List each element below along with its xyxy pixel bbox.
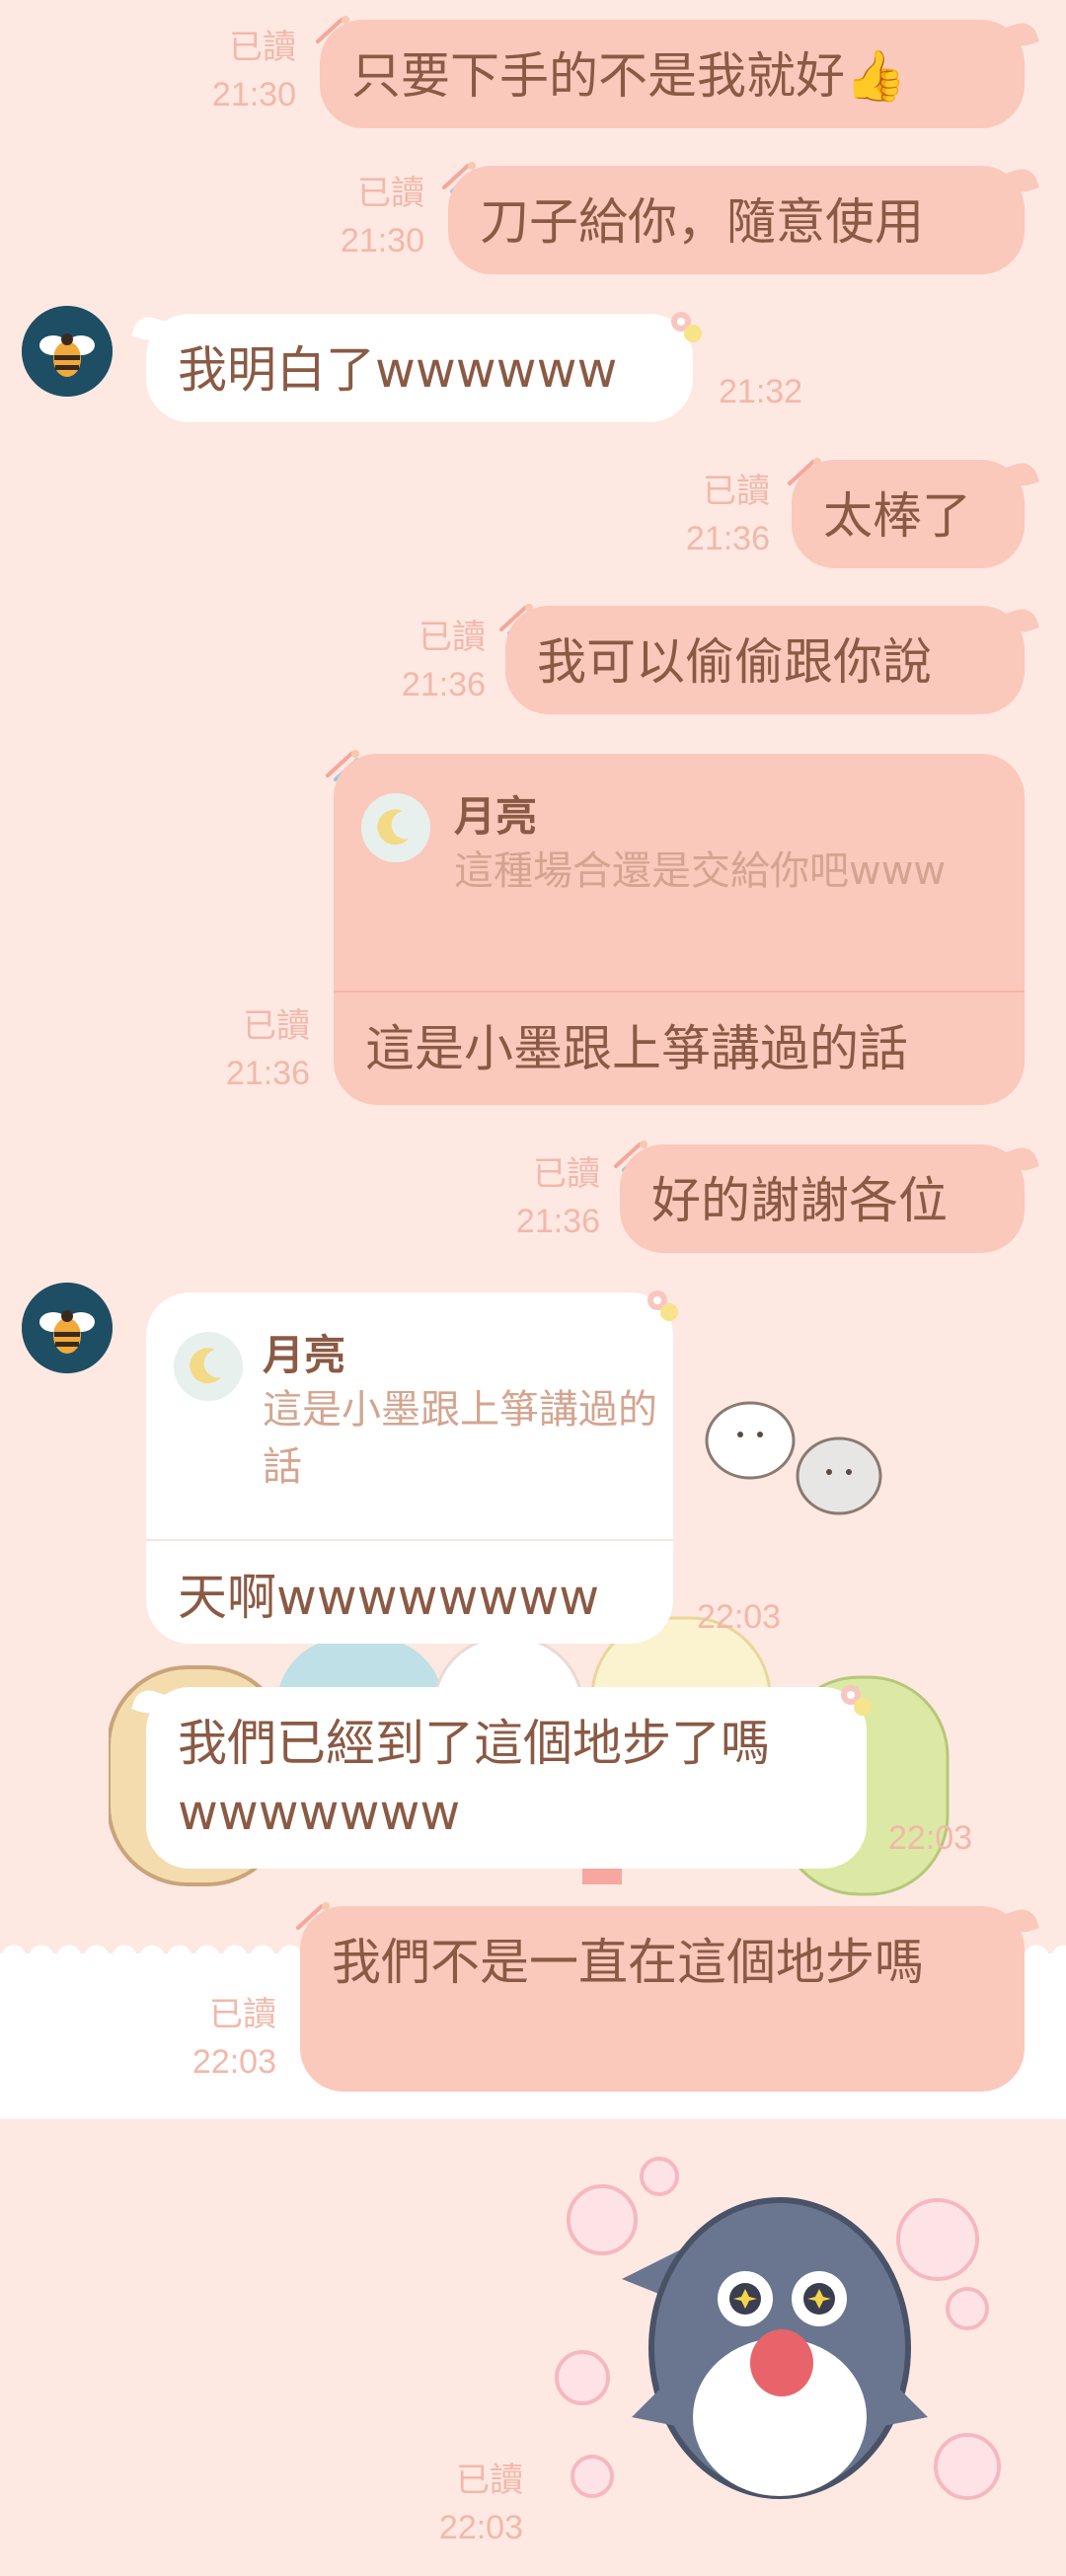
- message-text: 我可以偷偷跟你說: [537, 633, 932, 691]
- read-receipt: 已讀: [703, 473, 770, 510]
- timestamp: 22:03: [888, 1819, 973, 1857]
- shark-sticker-icon[interactable]: [553, 2151, 1027, 2565]
- bee-icon: [22, 1283, 113, 1373]
- message-text: 太棒了: [823, 487, 971, 545]
- message-text: 我明白了wwwwww: [178, 341, 618, 399]
- read-receipt: 已讀: [357, 175, 424, 212]
- message-text: 這是小墨跟上箏講過的話: [365, 1020, 908, 1077]
- read-receipt: 已讀: [456, 2462, 523, 2499]
- timestamp: 21:36: [225, 1055, 310, 1092]
- timestamp: 21:36: [401, 666, 486, 703]
- message-bubble[interactable]: 我可以偷偷跟你說: [505, 606, 1025, 714]
- timestamp: 22:03: [191, 2043, 276, 2081]
- message-bubble[interactable]: 只要下手的不是我就好👍: [320, 20, 1025, 128]
- message-meta: 已讀 21:36: [661, 468, 770, 562]
- moon-avatar-icon: [174, 1332, 243, 1401]
- timestamp: 22:03: [697, 1598, 782, 1636]
- message-bubble[interactable]: 刀子給你，隨意使用: [448, 166, 1025, 274]
- moon-avatar-icon: [361, 793, 430, 862]
- message-bubble[interactable]: 好的謝謝各位: [620, 1144, 1025, 1253]
- read-receipt: 已讀: [243, 1007, 310, 1045]
- reply-message-bubble[interactable]: 月亮 這是小墨跟上箏講過的話 天啊wwwwwwww: [146, 1292, 673, 1644]
- timestamp: 21:36: [685, 520, 770, 557]
- chat-area[interactable]: 已讀 21:30 只要下手的不是我就好👍 已讀 21:30 刀子給你，隨意使用: [0, 0, 1066, 2576]
- avatar[interactable]: [22, 1283, 113, 1373]
- timestamp: 21:32: [719, 373, 803, 410]
- timestamp: 22:03: [438, 2509, 523, 2546]
- flower-deco-icon: [647, 1290, 678, 1321]
- read-receipt: 已讀: [229, 29, 296, 66]
- message-text: 刀子給你，隨意使用: [480, 193, 924, 251]
- message-bubble[interactable]: 我明白了wwwwww: [146, 314, 693, 422]
- message-bubble[interactable]: 我們不是一直在這個地步嗎: [300, 1906, 1025, 2092]
- reply-message-bubble[interactable]: 月亮 這種場合還是交給你吧www 這是小墨跟上箏講過的話: [334, 754, 1025, 1105]
- quote-text: 這是小墨跟上箏講過的話: [263, 1387, 657, 1490]
- quote-text: 這種場合還是交給你吧www: [454, 848, 947, 894]
- flower-deco-icon: [671, 312, 702, 342]
- quote-sender-name: 月亮: [454, 792, 538, 841]
- message-text: 只要下手的不是我就好👍: [351, 47, 907, 105]
- timestamp: 21:30: [211, 76, 296, 113]
- message-bubble[interactable]: 我們已經到了這個地步了嗎wwwwwww: [146, 1687, 867, 1869]
- message-meta: 已讀 22:03: [415, 2457, 523, 2551]
- timestamp: 21:36: [515, 1203, 600, 1240]
- message-bubble[interactable]: 太棒了: [792, 460, 1025, 568]
- message-text: 我們不是一直在這個地步嗎: [332, 1934, 924, 1991]
- message-meta: 已讀 21:30: [188, 24, 296, 118]
- read-receipt: 已讀: [419, 619, 486, 656]
- message-meta: 已讀 21:30: [316, 170, 424, 264]
- quote-sender-name: 月亮: [263, 1331, 346, 1379]
- read-receipt: 已讀: [209, 1996, 276, 2033]
- message-text: 好的謝謝各位: [651, 1172, 948, 1229]
- message-meta: 已讀 21:36: [201, 1002, 310, 1097]
- message-text: 我們已經到了這個地步了嗎wwwwwww: [178, 1715, 770, 1841]
- quoted-message[interactable]: 月亮 這種場合還是交給你吧www: [334, 754, 1025, 993]
- timestamp: 21:30: [340, 222, 424, 259]
- message-meta: 已讀 21:36: [492, 1150, 600, 1245]
- avatar[interactable]: [22, 306, 113, 397]
- message-meta: 已讀 21:36: [377, 614, 486, 708]
- read-receipt: 已讀: [533, 1155, 600, 1193]
- flower-deco-icon: [841, 1685, 872, 1716]
- message-meta: 已讀 22:03: [168, 1991, 276, 2086]
- quoted-message[interactable]: 月亮 這是小墨跟上箏講過的話: [146, 1292, 673, 1541]
- message-text: 天啊wwwwwwww: [178, 1569, 600, 1626]
- bee-icon: [22, 306, 113, 397]
